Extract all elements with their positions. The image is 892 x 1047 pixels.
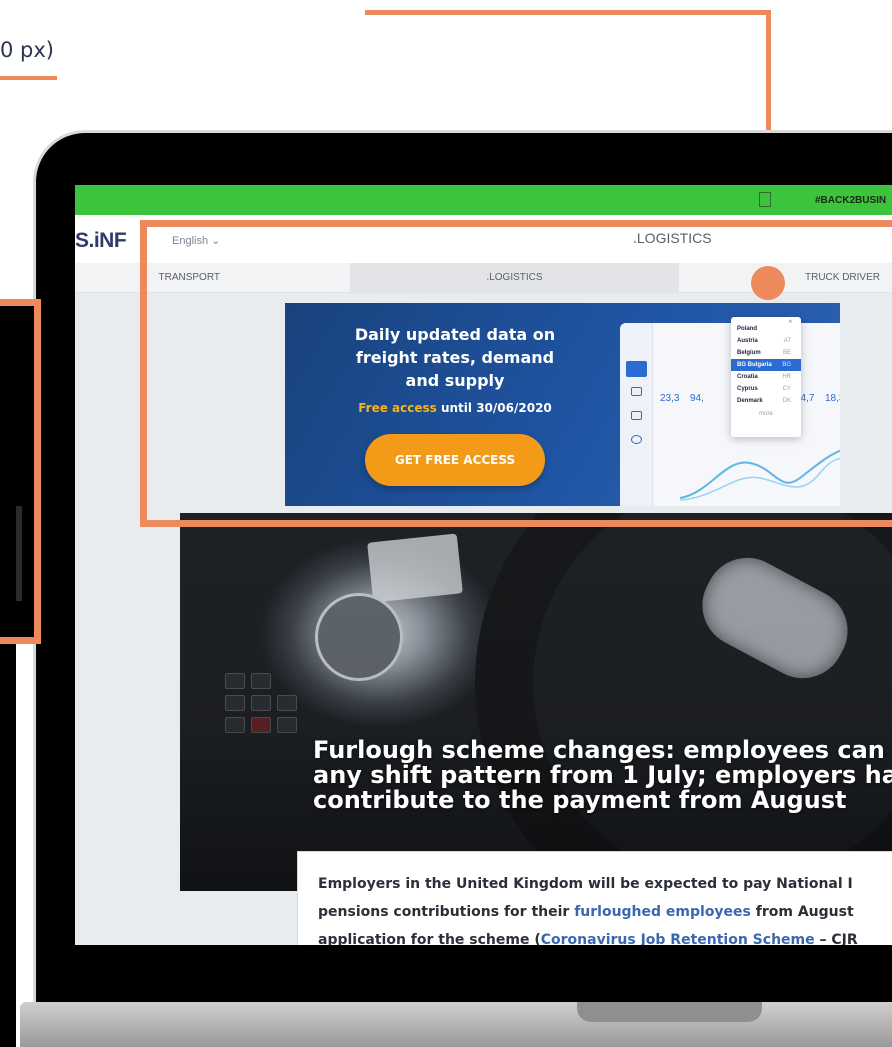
banner-heading-line: freight rates, demand (355, 348, 555, 367)
dashboard-sidebar (620, 323, 653, 506)
country-option[interactable]: Austria AT (731, 335, 801, 347)
metric-value: 23,3 (660, 393, 680, 404)
tab-logistics[interactable]: .LOGISTICS (350, 263, 679, 293)
headline-line: contribute to the payment from August (313, 786, 847, 814)
highlight-frame-left (0, 299, 41, 644)
top-campaign-bar: #BACK2BUSIN (75, 185, 892, 215)
tab-truck-driver[interactable]: TRUCK DRIVER (679, 263, 892, 293)
laptop-notch (577, 1002, 762, 1022)
country-option[interactable]: Denmark DK (731, 395, 801, 407)
lead-line: pensions contributions for their (318, 904, 575, 920)
banner-heading-line: and supply (405, 371, 505, 390)
truck-icon (631, 387, 642, 396)
site-logo[interactable]: S.iNF (75, 229, 127, 253)
trend-chart (680, 449, 840, 501)
document-icon[interactable] (759, 192, 771, 207)
country-option[interactable]: Croatia HR (731, 371, 801, 383)
active-nav-tile (626, 361, 647, 377)
lead-line: from August (750, 904, 854, 920)
country-option[interactable]: Poland (731, 323, 801, 335)
page: 0 px) #BACK2BUSIN S.iNF English ⌄ .LOGIS… (0, 0, 892, 1047)
size-annotation-label: 0 px) (0, 38, 54, 62)
trend-line-primary (680, 449, 840, 499)
header-section-brand[interactable]: .LOGISTICS (633, 230, 712, 246)
country-option[interactable]: Belgium BE (731, 347, 801, 359)
tab-label: LOGISTICS (489, 272, 543, 283)
logo-text-right: iNF (93, 229, 127, 252)
get-free-access-button[interactable]: GET FREE ACCESS (365, 434, 545, 486)
image-shade (180, 513, 892, 891)
more-countries-link[interactable]: more (731, 411, 801, 417)
free-access-highlight: Free access (358, 401, 437, 415)
tab-label: TRUCK DRIVER (804, 272, 880, 283)
cjrs-link[interactable]: Coronavirus Job Retention Scheme (541, 932, 815, 945)
country-option-selected[interactable]: BG Bulgaria BG (731, 359, 801, 371)
brand-label: LOGISTICS (636, 230, 712, 246)
country-option[interactable]: Cyprus CY (731, 383, 801, 395)
callout-dot (751, 266, 785, 300)
language-selector[interactable]: English ⌄ (172, 234, 220, 247)
metric-value: 94, (690, 393, 704, 404)
country-dropdown[interactable]: ^ Poland Austria AT Belgium BE BG Bulgaria… (731, 317, 801, 437)
article-headline[interactable]: Furlough scheme changes: employees can a… (313, 738, 892, 813)
campaign-hashtag-link[interactable]: #BACK2BUSIN (815, 195, 886, 206)
dashboard-preview: 23,3 94, 24,7 18,3 (620, 323, 840, 506)
banner-free-access-text: Free access until 30/06/2020 (315, 401, 595, 415)
lead-line: Employers in the United Kingdom will be … (318, 876, 853, 892)
metric-value: 18,3 (825, 393, 840, 404)
furloughed-employees-link[interactable]: furloughed employees (574, 904, 751, 920)
headline-line: any shift pattern from 1 July; employers… (313, 761, 892, 789)
side-device-edge (0, 640, 16, 1047)
tab-label: TRANSPORT (158, 272, 221, 283)
article-hero-image[interactable]: Furlough scheme changes: employees can a… (180, 513, 892, 891)
article-lead: Employers in the United Kingdom will be … (297, 851, 892, 945)
lead-line: application for the scheme ( (318, 932, 541, 945)
headline-line: Furlough scheme changes: employees can (313, 736, 885, 764)
exchange-icon (631, 411, 642, 420)
banner-heading: Daily updated data on freight rates, dem… (315, 323, 595, 392)
logo-text-left: S. (75, 229, 94, 252)
banner-heading-line: Daily updated data on (354, 325, 556, 344)
lead-line: – CJR (814, 932, 858, 945)
free-access-date: until 30/06/2020 (436, 401, 552, 415)
size-annotation-underline (0, 76, 57, 80)
article-lead-text: Employers in the United Kingdom will be … (318, 870, 892, 945)
callout-line-horizontal (365, 10, 771, 15)
map-icon (631, 435, 642, 444)
tab-transport[interactable]: TRANSPORT (75, 263, 350, 293)
side-device-stripe (16, 506, 22, 601)
promo-banner[interactable]: Daily updated data on freight rates, dem… (285, 303, 840, 506)
